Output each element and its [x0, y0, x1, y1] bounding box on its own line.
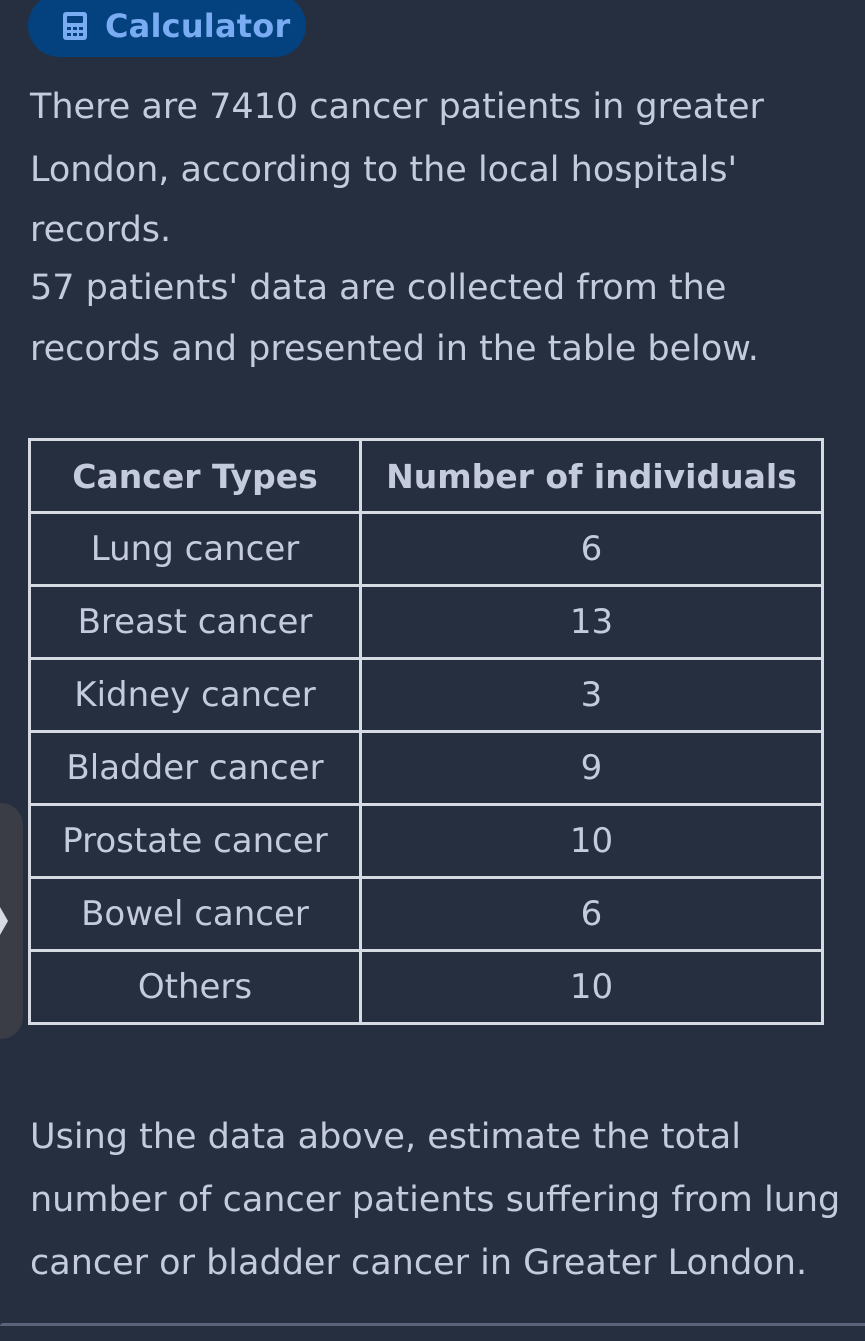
cancer-type-cell: Lung cancer — [28, 511, 362, 587]
table-row: Breast cancer 13 — [28, 584, 824, 660]
cancer-data-table: Cancer Types Number of individuals Lung … — [28, 438, 824, 1025]
intro-line: records and presented in the table below… — [30, 329, 759, 369]
question-line: cancer or bladder cancer in Greater Lond… — [30, 1243, 808, 1283]
cancer-type-cell: Prostate cancer — [28, 803, 362, 879]
intro-line: 57 patients' data are collected from the — [30, 268, 727, 308]
intro-line: London, according to the local hospitals… — [30, 150, 738, 190]
chevron-right-icon — [0, 907, 8, 935]
header-cancer-types: Cancer Types — [28, 438, 362, 514]
cancer-type-cell: Bowel cancer — [28, 876, 362, 952]
cancer-type-cell: Kidney cancer — [28, 657, 362, 733]
bottom-divider — [0, 1323, 865, 1326]
table-row: Bladder cancer 9 — [28, 730, 824, 806]
intro-line: records. — [30, 210, 172, 250]
calculator-button[interactable]: Calculator — [28, 0, 306, 57]
intro-paragraph: There are 7410 cancer patients in greate… — [30, 76, 764, 381]
count-cell: 10 — [359, 949, 824, 1025]
table-row: Lung cancer 6 — [28, 511, 824, 587]
calculator-icon — [63, 11, 87, 40]
count-cell: 6 — [359, 876, 824, 952]
question-line: Using the data above, estimate the total — [30, 1117, 741, 1157]
side-panel-tab[interactable] — [0, 803, 23, 1039]
table-header-row: Cancer Types Number of individuals — [28, 438, 824, 514]
intro-line: There are 7410 cancer patients in greate… — [30, 87, 764, 127]
cancer-type-cell: Breast cancer — [28, 584, 362, 660]
count-cell: 3 — [359, 657, 824, 733]
cancer-type-cell: Bladder cancer — [28, 730, 362, 806]
table-row: Others 10 — [28, 949, 824, 1025]
table-row: Bowel cancer 6 — [28, 876, 824, 952]
question-paragraph: Using the data above, estimate the total… — [30, 1106, 840, 1295]
table-row: Prostate cancer 10 — [28, 803, 824, 879]
question-line: number of cancer patients suffering from… — [30, 1180, 841, 1220]
count-cell: 6 — [359, 511, 824, 587]
header-number-of-individuals: Number of individuals — [359, 438, 824, 514]
count-cell: 10 — [359, 803, 824, 879]
count-cell: 9 — [359, 730, 824, 806]
table-row: Kidney cancer 3 — [28, 657, 824, 733]
count-cell: 13 — [359, 584, 824, 660]
calculator-label: Calculator — [105, 6, 291, 45]
cancer-type-cell: Others — [28, 949, 362, 1025]
